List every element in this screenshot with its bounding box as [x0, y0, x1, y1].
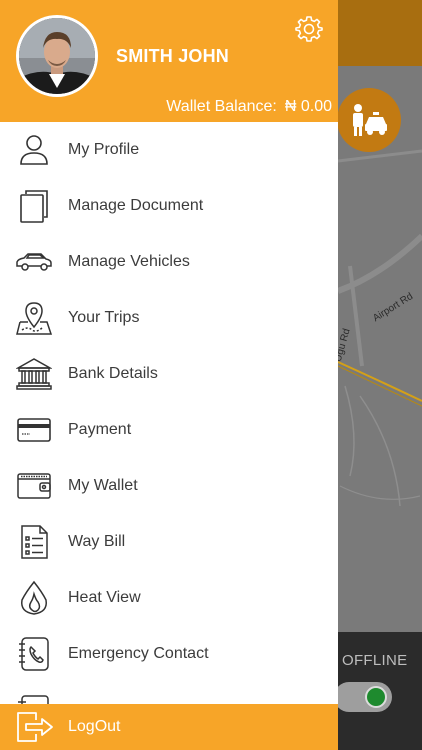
menu-item-label: My Profile	[68, 141, 140, 158]
flame-icon	[21, 580, 47, 615]
menu-item-payment[interactable]: Payment	[0, 402, 338, 458]
list-document-icon	[21, 525, 48, 559]
settings-button[interactable]	[294, 14, 324, 44]
menu-item-label: Manage Vehicles	[68, 253, 190, 270]
gear-icon	[295, 16, 323, 42]
driver-taxi-icon	[353, 104, 387, 136]
cab-request-button[interactable]	[337, 88, 401, 152]
menu-item-your-trips[interactable]: Your Trips	[0, 290, 338, 346]
credit-card-icon	[17, 418, 51, 442]
menu-item-label: My Wallet	[68, 477, 138, 494]
drawer-menu: My Profile Manage Document Manage Vehicl…	[0, 122, 338, 704]
menu-item-manage-vehicles[interactable]: Manage Vehicles	[0, 234, 338, 290]
user-name: SMITH JOHN	[116, 46, 230, 66]
logout-icon	[17, 712, 53, 742]
phone-book-icon	[19, 637, 49, 671]
wallet-balance-value: ₦ 0.00	[284, 98, 332, 115]
online-status-toggle[interactable]	[334, 682, 392, 712]
car-icon	[16, 253, 52, 271]
user-icon	[20, 135, 48, 165]
menu-item-label: Way Bill	[68, 533, 126, 550]
menu-item-partial[interactable]	[0, 682, 338, 704]
wallet-balance-label: Wallet Balance:	[166, 98, 277, 115]
menu-item-my-wallet[interactable]: My Wallet	[0, 458, 338, 514]
menu-item-way-bill[interactable]: Way Bill	[0, 514, 338, 570]
menu-item-my-profile[interactable]: My Profile	[0, 122, 338, 178]
navigation-drawer: SMITH JOHN Wallet Balance: ₦ 0.00 My Prof…	[0, 0, 338, 750]
menu-item-label: Your Trips	[68, 309, 140, 326]
menu-item-bank-details[interactable]: Bank Details	[0, 346, 338, 402]
menu-item-label: Heat View	[68, 589, 141, 606]
avatar-photo	[19, 18, 95, 94]
menu-item-label: Payment	[68, 421, 132, 438]
menu-item-heat-view[interactable]: Heat View	[0, 570, 338, 626]
partial-item-icon	[18, 695, 49, 704]
wallet-icon	[17, 473, 51, 499]
bank-icon	[16, 358, 52, 390]
menu-item-label: Emergency Contact	[68, 645, 209, 662]
wallet-balance: Wallet Balance: ₦ 0.00	[166, 98, 332, 116]
menu-item-manage-document[interactable]: Manage Document	[0, 178, 338, 234]
avatar[interactable]	[16, 15, 98, 97]
status-offline-label: OFFLINE	[342, 652, 408, 669]
menu-item-label: Manage Document	[68, 197, 204, 214]
menu-item-label: Bank Details	[68, 365, 158, 382]
logout-label: LogOut	[68, 718, 121, 735]
drawer-header: SMITH JOHN Wallet Balance: ₦ 0.00	[0, 0, 338, 122]
map-pin-icon	[16, 302, 52, 335]
profile-photo-image	[19, 18, 95, 94]
logout-button[interactable]: LogOut	[0, 704, 338, 750]
toggle-knob	[365, 686, 387, 708]
documents-icon	[20, 190, 48, 223]
menu-item-emergency-contact[interactable]: Emergency Contact	[0, 626, 338, 682]
